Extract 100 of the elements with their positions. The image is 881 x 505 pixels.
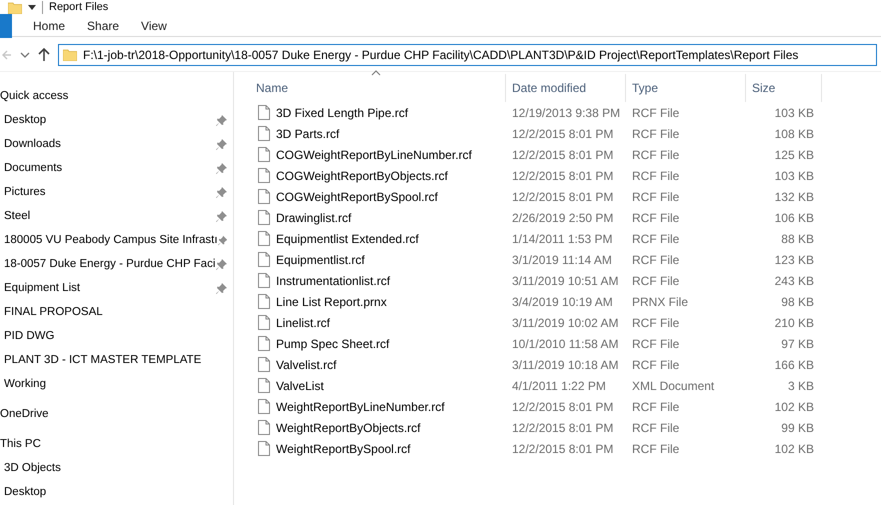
nav-section-label[interactable]: OneDrive: [0, 408, 49, 420]
file-name[interactable]: Equipmentlist Extended.rcf: [276, 232, 419, 246]
file-icon: [258, 357, 270, 372]
table-cell-text: 3/4/2019 10:19 AM: [511, 294, 614, 308]
table-cell-text: RCF File: [631, 358, 680, 372]
table-cell-text: RCF File: [631, 190, 680, 204]
file-name[interactable]: WeightReportBySpool.rcf: [276, 442, 411, 456]
table-cell-text: 102 KB: [774, 442, 815, 456]
table-cell-text: XML Document: [631, 378, 716, 392]
table-cell-text: 12/2/2015 8:01 PM: [511, 400, 614, 414]
nav-folder-item[interactable]: FINAL PROPOSAL: [4, 306, 103, 318]
nav-folder-item[interactable]: Downloads: [4, 138, 61, 150]
table-cell-text: 3/1/2019 11:14 AM: [511, 252, 613, 266]
table-cell-text: 3/11/2019 10:51 AM: [511, 274, 620, 288]
nav-folder-item[interactable]: 180005 VU Peabody Campus Site Infrastı: [4, 234, 218, 246]
file-name[interactable]: 3D Fixed Length Pipe.rcf: [276, 106, 408, 120]
table-cell-text: RCF File: [631, 252, 680, 266]
file-icon: [258, 231, 270, 246]
table-cell-text: 4/1/2011 1:22 PM: [511, 378, 607, 392]
nav-folder-item[interactable]: Working: [4, 378, 46, 390]
file-icon: [258, 336, 270, 351]
pin-icon: [218, 234, 227, 246]
file-name[interactable]: Valvelist.rcf: [276, 358, 336, 372]
table-cell-text: 12/2/2015 8:01 PM: [511, 148, 614, 162]
file-name[interactable]: COGWeightReportBySpool.rcf: [276, 190, 438, 204]
up-arrow-icon[interactable]: [38, 48, 50, 61]
file-name[interactable]: COGWeightReportByLineNumber.rcf: [276, 148, 472, 162]
table-cell-text: 10/1/2010 11:58 AM: [511, 336, 620, 350]
file-icon: [258, 441, 270, 456]
table-cell-text: RCF File: [631, 442, 680, 456]
file-name[interactable]: COGWeightReportByObjects.rcf: [276, 168, 448, 182]
file-icon: [258, 315, 270, 330]
table-cell-text: 12/2/2015 8:01 PM: [511, 442, 614, 456]
file-name[interactable]: Equipmentlist.rcf: [276, 252, 365, 266]
chevron-down-icon[interactable]: [20, 52, 30, 58]
table-cell-text: 243 KB: [774, 274, 815, 288]
nav-folder-item[interactable]: PLANT 3D - ICT MASTER TEMPLATE: [4, 354, 202, 366]
nav-folder-item[interactable]: 18-0057 Duke Energy - Purdue CHP Faci: [4, 258, 216, 270]
table-cell-text: RCF File: [631, 232, 680, 246]
file-name[interactable]: Pump Spec Sheet.rcf: [276, 336, 390, 350]
file-name[interactable]: 3D Parts.rcf: [276, 126, 340, 140]
pin-icon: [216, 210, 227, 222]
table-cell-text: 103 KB: [774, 168, 815, 182]
file-icon: [258, 273, 270, 288]
table-cell-text: 98 KB: [780, 294, 815, 308]
file-name[interactable]: Instrumentationlist.rcf: [276, 274, 390, 288]
table-cell-text: 99 KB: [780, 420, 815, 434]
file-name[interactable]: ValveList: [276, 378, 324, 392]
table-cell-text: RCF File: [631, 336, 680, 350]
pin-icon: [216, 258, 227, 270]
nav-section-label[interactable]: This PC: [0, 438, 41, 450]
pin-icon: [216, 282, 227, 294]
file-name[interactable]: Drawinglist.rcf: [276, 210, 352, 224]
table-cell-text: 125 KB: [774, 148, 815, 162]
table-cell-text: RCF File: [631, 274, 680, 288]
table-cell-text: 88 KB: [780, 232, 815, 246]
table-cell-text: 12/2/2015 8:01 PM: [511, 190, 614, 204]
column-header[interactable]: Date modified: [506, 74, 626, 102]
table-cell-text: RCF File: [631, 316, 680, 330]
column-header[interactable]: Size: [746, 74, 822, 102]
pin-icon: [216, 162, 227, 174]
table-cell-text: 3 KB: [786, 378, 815, 392]
file-icon: [258, 126, 270, 141]
file-icon: [258, 210, 270, 225]
table-cell-text: RCF File: [631, 106, 680, 120]
folder-icon: [8, 2, 22, 14]
table-cell-text: RCF File: [631, 148, 680, 162]
pin-icon: [216, 138, 227, 150]
file-name[interactable]: WeightReportByObjects.rcf: [276, 420, 420, 434]
file-icon: [258, 420, 270, 435]
nav-folder-item[interactable]: Pictures: [4, 186, 46, 198]
file-tab[interactable]: [0, 14, 12, 38]
table-cell-text: 123 KB: [774, 252, 815, 266]
nav-folder-item[interactable]: Documents: [4, 162, 62, 174]
column-header[interactable]: Type: [626, 74, 746, 102]
file-icon: [258, 399, 270, 414]
file-name[interactable]: Linelist.rcf: [276, 316, 330, 330]
table-cell-text: RCF File: [631, 210, 680, 224]
nav-folder-item[interactable]: 3D Objects: [4, 462, 61, 474]
file-icon: [258, 378, 270, 393]
address-field[interactable]: F:\1-job-tr\2018-Opportunity\18-0057 Duke Energy - Purdue CHP Facility\CADD\PLANT3D\P&ID Project\ReportTemplates\Report Files: [58, 44, 877, 66]
nav-folder-item[interactable]: Desktop: [4, 486, 46, 498]
nav-folder-item[interactable]: Desktop: [4, 114, 46, 126]
table-cell-text: 132 KB: [774, 190, 815, 204]
nav-folder-item[interactable]: Equipment List: [4, 282, 80, 294]
table-cell-text: 103 KB: [774, 106, 815, 120]
file-icon: [258, 294, 270, 309]
nav-folder-item[interactable]: PID DWG: [4, 330, 54, 342]
pin-icon: [216, 114, 227, 126]
table-cell-text: RCF File: [631, 400, 680, 414]
nav-section-label[interactable]: Quick access: [0, 90, 68, 102]
column-header[interactable]: Name: [250, 74, 506, 102]
dropdown-arrow-icon[interactable]: [28, 4, 36, 10]
file-name[interactable]: WeightReportByLineNumber.rcf: [276, 400, 445, 414]
table-cell-text: 97 KB: [780, 336, 815, 350]
file-name[interactable]: Line List Report.prnx: [276, 294, 387, 308]
table-cell-text: 210 KB: [774, 316, 815, 330]
nav-folder-item[interactable]: Steel: [4, 210, 30, 222]
file-icon: [258, 189, 270, 204]
table-cell-text: PRNX File: [631, 294, 690, 308]
